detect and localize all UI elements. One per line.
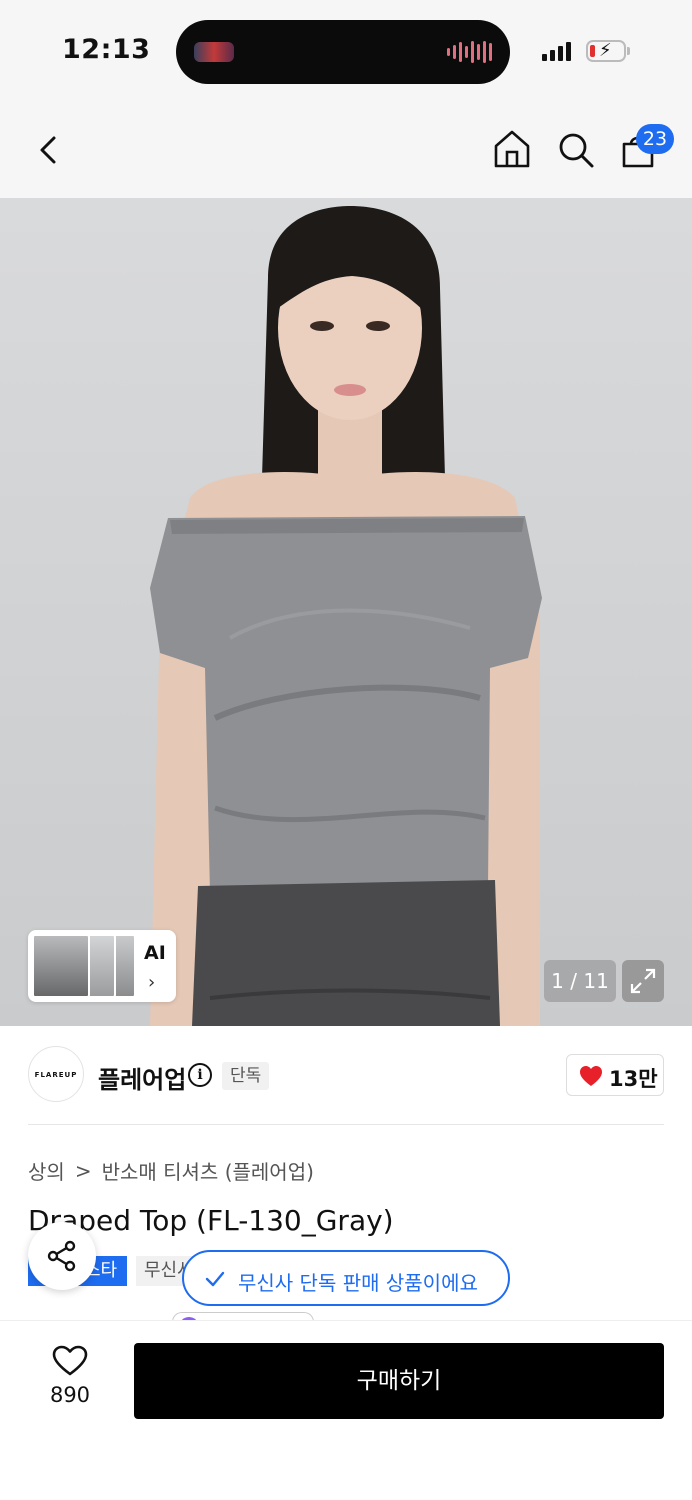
ai-label: AI bbox=[144, 942, 166, 964]
brand-like-button[interactable]: 13만 bbox=[566, 1054, 664, 1096]
exclusive-sale-toast: 무신사 단독 판매 상품이에요 bbox=[182, 1250, 510, 1306]
status-time: 12:13 bbox=[62, 34, 151, 65]
signal-icon bbox=[542, 42, 571, 61]
brand-name[interactable]: 플레어업 bbox=[98, 1060, 186, 1095]
brand-like-count: 13만 bbox=[609, 1067, 658, 1091]
wishlist-count: 890 bbox=[49, 1383, 91, 1407]
chevron-right-icon: › bbox=[148, 972, 156, 993]
status-bar: 12:13 ⚡ bbox=[0, 0, 692, 100]
breadcrumb-separator-icon: > bbox=[74, 1158, 92, 1183]
wishlist-button[interactable]: 890 bbox=[40, 1345, 100, 1407]
ai-similar-card[interactable]: AI › bbox=[28, 930, 176, 1002]
category-breadcrumb: 상의 > 반소매 티셔츠 (플레어업) bbox=[28, 1156, 314, 1185]
bottom-action-bar: 890 구매하기 bbox=[0, 1320, 692, 1500]
battery-icon: ⚡ bbox=[586, 40, 626, 62]
check-icon bbox=[205, 1271, 225, 1287]
exclusive-tag: 단독 bbox=[222, 1062, 270, 1090]
share-icon bbox=[47, 1240, 76, 1272]
brand-logo[interactable]: FLAREUP bbox=[28, 1046, 84, 1102]
ai-thumbnail-stack bbox=[32, 934, 136, 998]
now-playing-thumbnail bbox=[194, 42, 234, 62]
search-icon[interactable] bbox=[556, 130, 596, 170]
heart-filled-icon bbox=[580, 1066, 602, 1086]
breadcrumb-item[interactable]: 반소매 티셔츠 (플레어업) bbox=[102, 1156, 314, 1185]
share-button[interactable] bbox=[28, 1222, 96, 1290]
info-icon[interactable]: i bbox=[188, 1063, 212, 1087]
home-icon[interactable] bbox=[492, 128, 532, 170]
expand-icon[interactable] bbox=[622, 960, 664, 1002]
dynamic-island[interactable] bbox=[176, 20, 510, 84]
product-image-gallery[interactable]: AI › 1 / 11 bbox=[0, 198, 692, 1026]
image-counter: 1 / 11 bbox=[544, 960, 616, 1002]
top-navigation: 23 bbox=[0, 100, 692, 198]
breadcrumb-item[interactable]: 상의 bbox=[28, 1156, 65, 1185]
cart-count-badge[interactable]: 23 bbox=[636, 124, 674, 154]
audio-wave-icon bbox=[447, 40, 492, 64]
buy-button[interactable]: 구매하기 bbox=[134, 1343, 664, 1419]
toast-message: 무신사 단독 판매 상품이에요 bbox=[238, 1271, 478, 1295]
product-photo bbox=[150, 206, 542, 1026]
heart-outline-icon bbox=[52, 1345, 88, 1376]
battery-cap bbox=[627, 47, 630, 55]
divider bbox=[28, 1124, 664, 1125]
back-chevron-icon[interactable] bbox=[34, 130, 66, 170]
